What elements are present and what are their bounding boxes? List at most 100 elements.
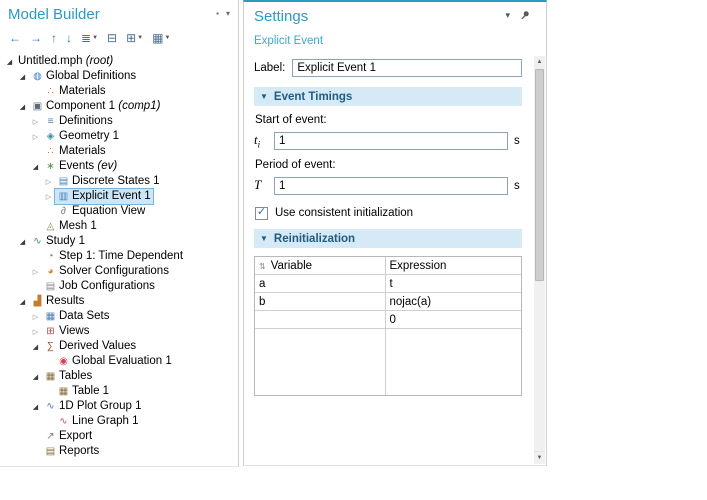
scrollbar-thumb[interactable] xyxy=(535,69,544,281)
scroll-up-icon[interactable]: ▲ xyxy=(534,56,545,68)
tree-item-materials-component[interactable]: ∴Materials xyxy=(0,144,238,159)
tree-item-content[interactable]: ▤Discrete States 1 xyxy=(55,174,162,189)
tree-item-content[interactable]: ◬Mesh 1 xyxy=(42,219,99,234)
pin-icon[interactable] xyxy=(519,10,530,21)
expand-node-icon[interactable]: ▷ xyxy=(42,193,55,201)
collapse-section-icon[interactable]: ▼ xyxy=(260,92,268,101)
tree-item-content[interactable]: ∴Materials xyxy=(42,144,108,159)
tree-item-content[interactable]: ∗Events (ev) xyxy=(42,159,119,174)
collapse-node-icon[interactable]: ◢ xyxy=(29,403,42,411)
tree-item-mesh-1[interactable]: ◬Mesh 1 xyxy=(0,219,238,234)
tree-item-content[interactable]: ▦Tables xyxy=(42,369,94,384)
tree-item-content[interactable]: ⊞Views xyxy=(42,324,91,339)
detach-icon[interactable]: ▪ xyxy=(216,9,219,18)
table-cell[interactable]: t xyxy=(385,275,521,293)
tree-item-explicit-event-1[interactable]: ▷▥Explicit Event 1 xyxy=(0,189,238,204)
tree-item-content[interactable]: ▤Job Configurations xyxy=(42,279,157,294)
tree-item-content[interactable]: ◍Global Definitions xyxy=(29,69,138,84)
tree-item-content[interactable]: ◔Step 1: Time Dependent xyxy=(42,249,185,264)
tree-item-materials-global[interactable]: ∴Materials xyxy=(0,84,238,99)
expand-node-icon[interactable]: ▷ xyxy=(29,328,42,336)
show-button[interactable]: ≣▼ xyxy=(77,28,102,48)
panel-menu-icon[interactable]: ▾ xyxy=(226,9,230,18)
tree-item-content[interactable]: ≡Definitions xyxy=(42,114,115,129)
forward-button[interactable]: → xyxy=(26,28,46,48)
tree-item-content[interactable]: Untitled.mph (root) xyxy=(16,54,115,69)
tree-item-table-1[interactable]: ▦Table 1 xyxy=(0,384,238,399)
tree-item-export[interactable]: ↗Export xyxy=(0,429,238,444)
collapse-section-icon[interactable]: ▼ xyxy=(260,234,268,243)
expand-node-icon[interactable]: ▷ xyxy=(29,133,42,141)
tree-item-events[interactable]: ◢∗Events (ev) xyxy=(0,159,238,174)
tree-item-geometry-1[interactable]: ▷◈Geometry 1 xyxy=(0,129,238,144)
table-cell[interactable]: 0 xyxy=(385,311,521,329)
start-of-event-input[interactable] xyxy=(274,132,508,150)
collapse-all-button[interactable]: ⊟ xyxy=(103,28,121,48)
tree-item-definitions[interactable]: ▷≡Definitions xyxy=(0,114,238,129)
tree-item-content[interactable]: ▟Results xyxy=(29,294,86,309)
scroll-down-icon[interactable]: ▼ xyxy=(534,451,545,464)
collapse-node-icon[interactable]: ◢ xyxy=(29,373,42,381)
period-of-event-input[interactable] xyxy=(274,177,508,195)
table-cell[interactable]: nojac(a) xyxy=(385,293,521,311)
tree-item-derived-values[interactable]: ◢∑Derived Values xyxy=(0,339,238,354)
collapse-node-icon[interactable]: ◢ xyxy=(29,163,42,171)
tree-item-content[interactable]: ◉Global Evaluation 1 xyxy=(55,354,174,369)
tree-item-content[interactable]: ∑Derived Values xyxy=(42,339,138,354)
column-header-expression[interactable]: Expression xyxy=(385,257,521,275)
expand-node-icon[interactable]: ▷ xyxy=(42,178,55,186)
settings-scrollbar[interactable]: ▲ ▼ xyxy=(534,56,545,464)
collapse-node-icon[interactable]: ◢ xyxy=(3,58,16,66)
tree-item-1d-plot-group-1[interactable]: ◢∿1D Plot Group 1 xyxy=(0,399,238,414)
table-cell[interactable]: a xyxy=(255,275,385,293)
move-up-button[interactable]: ↑ xyxy=(47,28,61,48)
tree-item-root[interactable]: ◢Untitled.mph (root) xyxy=(0,54,238,69)
move-down-button[interactable]: ↓ xyxy=(62,28,76,48)
tree-item-tables[interactable]: ◢▦Tables xyxy=(0,369,238,384)
tree-item-content[interactable]: ▦Table 1 xyxy=(55,384,111,399)
use-consistent-initialization-checkbox[interactable]: ✓ xyxy=(255,207,268,220)
label-input[interactable] xyxy=(292,59,522,77)
tree-item-solver-configurations[interactable]: ▷◕Solver Configurations xyxy=(0,264,238,279)
tree-item-step-1-time-dependent[interactable]: ◔Step 1: Time Dependent xyxy=(0,249,238,264)
section-event-timings[interactable]: ▼ Event Timings xyxy=(254,87,522,106)
table-row[interactable]: at xyxy=(255,275,521,293)
tree-item-views[interactable]: ▷⊞Views xyxy=(0,324,238,339)
table-row[interactable]: bnojac(a) xyxy=(255,293,521,311)
table-row[interactable]: 0 xyxy=(255,311,521,329)
tree-item-content[interactable]: ▥Explicit Event 1 xyxy=(55,189,153,204)
tree-item-content[interactable]: ▣Component 1 (comp1) xyxy=(29,99,162,114)
tree-item-global-definitions[interactable]: ◢◍Global Definitions xyxy=(0,69,238,84)
column-header-variable[interactable]: ⇅Variable xyxy=(255,257,385,275)
tree-item-line-graph-1[interactable]: ∿Line Graph 1 xyxy=(0,414,238,429)
expand-all-button[interactable]: ⊞▼ xyxy=(122,28,147,48)
tree-item-content[interactable]: ◕Solver Configurations xyxy=(42,264,171,279)
view-options-button[interactable]: ▦▼ xyxy=(148,28,174,48)
tree-item-discrete-states-1[interactable]: ▷▤Discrete States 1 xyxy=(0,174,238,189)
section-reinitialization[interactable]: ▼ Reinitialization xyxy=(254,229,522,248)
tree-item-job-configurations[interactable]: ▤Job Configurations xyxy=(0,279,238,294)
tree-item-content[interactable]: ∿1D Plot Group 1 xyxy=(42,399,143,414)
tree-item-content[interactable]: ↗Export xyxy=(42,429,94,444)
table-cell[interactable]: b xyxy=(255,293,385,311)
expand-node-icon[interactable]: ▷ xyxy=(29,118,42,126)
collapse-node-icon[interactable]: ◢ xyxy=(16,238,29,246)
table-cell[interactable] xyxy=(255,311,385,329)
collapse-node-icon[interactable]: ◢ xyxy=(16,298,29,306)
tree-item-content[interactable]: ▤Reports xyxy=(42,444,101,459)
back-button[interactable]: ← xyxy=(5,28,25,48)
tree-item-content[interactable]: ∿Line Graph 1 xyxy=(55,414,141,429)
expand-node-icon[interactable]: ▷ xyxy=(29,313,42,321)
tree-item-component-1[interactable]: ◢▣Component 1 (comp1) xyxy=(0,99,238,114)
settings-menu-icon[interactable]: ▾ xyxy=(505,10,510,21)
tree-item-content[interactable]: ◈Geometry 1 xyxy=(42,129,121,144)
tree-item-reports[interactable]: ▤Reports xyxy=(0,444,238,459)
tree-item-data-sets[interactable]: ▷▦Data Sets xyxy=(0,309,238,324)
tree-item-content[interactable]: ∿Study 1 xyxy=(29,234,87,249)
collapse-node-icon[interactable]: ◢ xyxy=(29,343,42,351)
collapse-node-icon[interactable]: ◢ xyxy=(16,73,29,81)
expand-node-icon[interactable]: ▷ xyxy=(29,268,42,276)
tree-item-results[interactable]: ◢▟Results xyxy=(0,294,238,309)
tree-item-study-1[interactable]: ◢∿Study 1 xyxy=(0,234,238,249)
tree-item-global-evaluation-1[interactable]: ◉Global Evaluation 1 xyxy=(0,354,238,369)
